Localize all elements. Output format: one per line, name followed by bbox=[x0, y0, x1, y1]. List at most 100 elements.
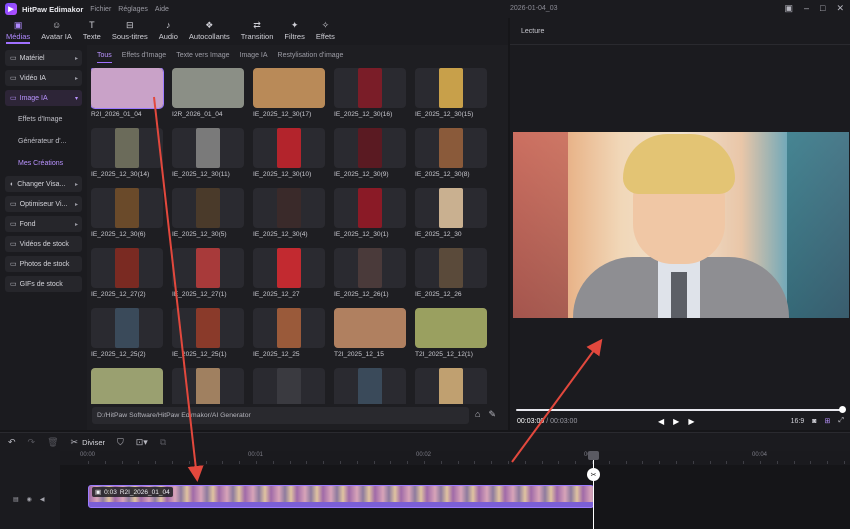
media-item[interactable] bbox=[91, 368, 163, 404]
edit-path-icon[interactable]: ✎ bbox=[488, 409, 496, 420]
toolbar-tab-sticker[interactable]: ❖ Autocollants bbox=[189, 18, 230, 41]
media-thumbnail[interactable] bbox=[91, 68, 164, 109]
media-item[interactable] bbox=[172, 368, 244, 404]
sidebar-subitem[interactable]: Générateur d'... bbox=[18, 132, 82, 151]
snapshot-icon[interactable]: ◙ bbox=[812, 418, 816, 425]
folder-icon[interactable]: ⌂ bbox=[475, 409, 480, 420]
sidebar-group[interactable]: ▭ GIFs de stock bbox=[5, 276, 82, 292]
media-item[interactable]: IE_2025_12_30(10) bbox=[253, 128, 325, 178]
toolbar-tab-avatar[interactable]: ☺ Avatar IA bbox=[41, 18, 72, 41]
media-item[interactable]: IE_2025_12_27(2) bbox=[91, 248, 163, 298]
media-item[interactable]: IE_2025_12_30(17) bbox=[253, 68, 325, 118]
menu-fichier[interactable]: Fichier bbox=[90, 6, 111, 13]
progress-knob[interactable] bbox=[839, 406, 846, 413]
scissors-icon[interactable]: ✂ bbox=[71, 437, 79, 448]
toolbar-tab-subtitles[interactable]: ⊟ Sous-titres bbox=[112, 18, 148, 41]
media-thumbnail[interactable] bbox=[91, 188, 163, 228]
media-item[interactable]: IE_2025_12_30(5) bbox=[172, 188, 244, 238]
split-at-playhead-icon[interactable]: ✂ bbox=[587, 468, 600, 481]
sidebar-group[interactable]: ◐ Changer Visa... ▸ bbox=[5, 176, 82, 192]
media-thumbnail[interactable] bbox=[253, 188, 325, 228]
toolbar-tab-effects[interactable]: ✧ Effets bbox=[316, 18, 335, 41]
text-tool-icon[interactable]: ⊡▾ bbox=[136, 437, 148, 448]
media-item[interactable] bbox=[253, 368, 325, 404]
media-thumbnail[interactable] bbox=[334, 368, 406, 404]
media-thumbnail[interactable] bbox=[415, 128, 487, 168]
media-thumbnail[interactable] bbox=[172, 188, 244, 228]
media-thumbnail[interactable] bbox=[334, 248, 406, 288]
crop-icon[interactable]: ⧉ bbox=[160, 437, 166, 448]
redo-icon[interactable]: ↷ bbox=[28, 437, 36, 448]
media-tab[interactable]: Texte vers Image bbox=[176, 52, 229, 63]
toolbar-tab-media[interactable]: ▣ Médias bbox=[6, 18, 31, 44]
media-thumbnail[interactable] bbox=[415, 68, 487, 108]
media-thumbnail[interactable] bbox=[415, 248, 487, 288]
sidebar-group[interactable]: ▭ Vidéos de stock bbox=[5, 236, 82, 252]
media-item[interactable]: IE_2025_12_30(15) bbox=[415, 68, 487, 118]
media-thumbnail[interactable] bbox=[334, 128, 406, 168]
sidebar-group[interactable]: ▭ Optimiseur Vi... ▸ bbox=[5, 196, 82, 212]
media-thumbnail[interactable] bbox=[415, 188, 487, 228]
shield-icon[interactable]: ⛉ bbox=[117, 437, 124, 448]
media-thumbnail[interactable] bbox=[253, 368, 325, 404]
media-thumbnail[interactable] bbox=[172, 248, 244, 288]
split-button[interactable]: Diviser bbox=[82, 438, 105, 447]
media-tab[interactable]: Effets d'Image bbox=[122, 52, 166, 63]
track-layer-icon[interactable]: ▤ bbox=[13, 496, 19, 503]
media-thumbnail[interactable] bbox=[334, 188, 406, 228]
media-item[interactable]: IE_2025_12_30(11) bbox=[172, 128, 244, 178]
aspect-ratio-select[interactable]: 16:9 bbox=[791, 418, 805, 425]
track-visibility-icon[interactable]: ◉ bbox=[27, 496, 32, 503]
media-thumbnail[interactable] bbox=[91, 248, 163, 288]
sidebar-subitem[interactable]: Mes Créations bbox=[18, 154, 82, 173]
undo-icon[interactable]: ↶ bbox=[8, 437, 16, 448]
play-icon[interactable]: ▶ bbox=[673, 417, 679, 426]
toolbar-tab-audio[interactable]: ♪ Audio bbox=[159, 18, 178, 41]
close-icon[interactable]: ✕ bbox=[836, 3, 844, 14]
sidebar-group[interactable]: ▭ Photos de stock bbox=[5, 256, 82, 272]
media-thumbnail[interactable] bbox=[91, 128, 163, 168]
media-item[interactable]: T2I_2025_12_15 bbox=[334, 308, 406, 358]
media-item[interactable]: IE_2025_12_30 bbox=[415, 188, 487, 238]
media-item[interactable]: IE_2025_12_25 bbox=[253, 308, 325, 358]
toolbar-tab-filter[interactable]: ✦ Filtres bbox=[284, 18, 304, 41]
media-item[interactable]: IE_2025_12_27(1) bbox=[172, 248, 244, 298]
media-item[interactable] bbox=[334, 368, 406, 404]
media-item[interactable]: IE_2025_12_30(6) bbox=[91, 188, 163, 238]
timeline-ruler[interactable]: 00:0000:0100:0200:0300:04 bbox=[60, 451, 850, 465]
media-item[interactable]: IE_2025_12_25(2) bbox=[91, 308, 163, 358]
playback-progress-bar[interactable] bbox=[516, 406, 846, 413]
media-thumbnail[interactable] bbox=[253, 308, 325, 348]
media-thumbnail[interactable] bbox=[91, 368, 163, 404]
media-item[interactable]: IE_2025_12_30(9) bbox=[334, 128, 406, 178]
menu-reglages[interactable]: Réglages bbox=[118, 6, 148, 13]
minimize-icon[interactable]: – bbox=[804, 3, 809, 14]
media-thumbnail[interactable] bbox=[415, 368, 487, 404]
media-thumbnail[interactable] bbox=[172, 128, 244, 168]
media-thumbnail[interactable] bbox=[253, 248, 325, 288]
step-forward-icon[interactable]: ▶ bbox=[688, 417, 694, 426]
sidebar-group[interactable]: ▭ Matériel ▸ bbox=[5, 50, 82, 66]
media-item[interactable]: IE_2025_12_30(16) bbox=[334, 68, 406, 118]
toolbar-tab-text[interactable]: T Texte bbox=[83, 18, 101, 41]
media-thumbnail[interactable] bbox=[415, 308, 487, 348]
media-tab[interactable]: Tous bbox=[97, 52, 112, 63]
delete-icon[interactable]: 🗑 bbox=[47, 437, 58, 448]
sidebar-group[interactable]: ▭ Fond ▸ bbox=[5, 216, 82, 232]
media-thumbnail[interactable] bbox=[172, 68, 244, 108]
media-item[interactable]: T2I_2025_12_12(1) bbox=[415, 308, 487, 358]
track-audio-icon[interactable]: ◀ bbox=[40, 496, 45, 503]
sidebar-group[interactable]: ▭ Image IA ▾ bbox=[5, 90, 82, 106]
media-item[interactable]: IE_2025_12_26(1) bbox=[334, 248, 406, 298]
save-path-field[interactable]: D:/HitPaw Software/HitPaw Edimakor/AI Ge… bbox=[92, 407, 469, 424]
media-thumbnail[interactable] bbox=[253, 68, 325, 108]
menu-aide[interactable]: Aide bbox=[155, 6, 169, 13]
sidebar-group[interactable]: ▭ Vidéo IA ▸ bbox=[5, 70, 82, 86]
grid-view-icon[interactable]: ⊞ bbox=[825, 417, 831, 425]
toolbar-tab-transition[interactable]: ⇄ Transition bbox=[241, 18, 274, 41]
media-item[interactable]: R2I_2026_01_04 bbox=[91, 68, 164, 118]
media-tab[interactable]: Restylisation d'image bbox=[278, 52, 344, 63]
media-thumbnail[interactable] bbox=[172, 308, 244, 348]
playhead[interactable]: ✂ bbox=[587, 451, 600, 529]
fullscreen-icon[interactable]: ⤢ bbox=[838, 417, 844, 425]
